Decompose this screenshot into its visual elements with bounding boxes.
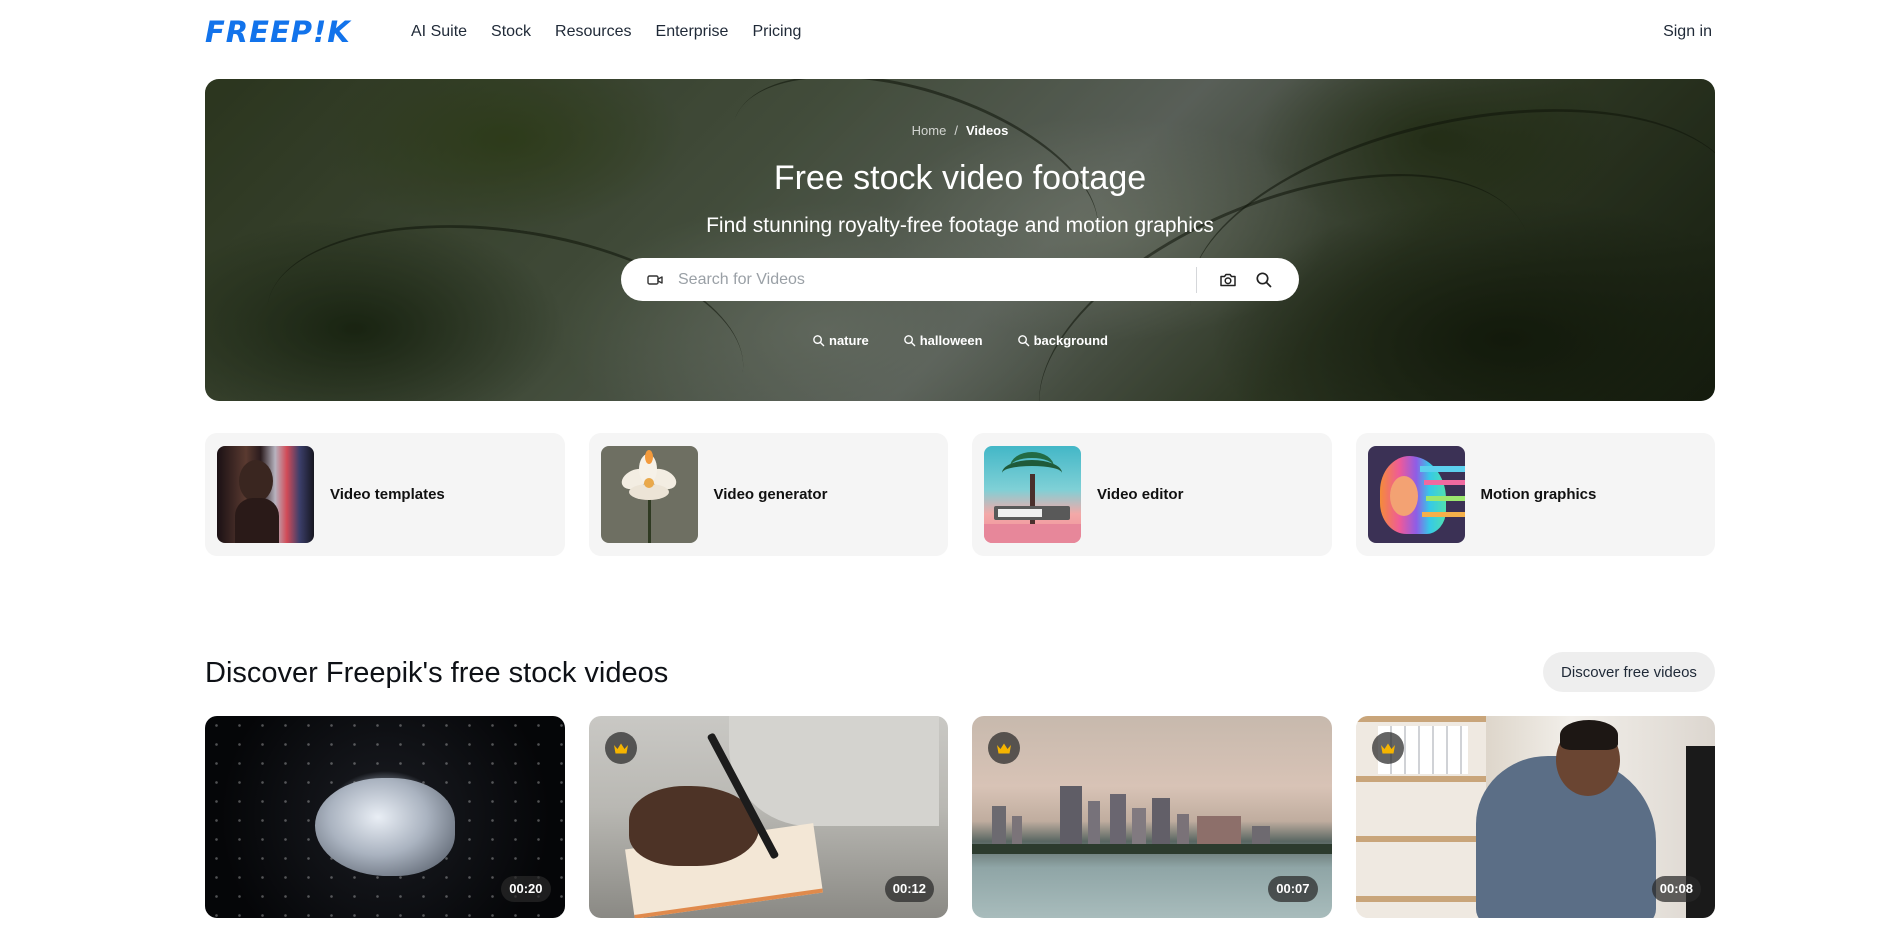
search-icon[interactable]: [1254, 270, 1274, 290]
video-generator-thumbnail: [600, 446, 698, 543]
video-templates-thumbnail: [217, 446, 314, 543]
search-bar: [621, 258, 1299, 301]
breadcrumb-current: Videos: [965, 123, 1009, 138]
suggestion-label: nature: [829, 333, 869, 348]
video-card[interactable]: 00:12: [588, 716, 948, 918]
shirt-sleeve: [728, 716, 939, 826]
video-duration: 00:08: [1651, 876, 1701, 902]
video-duration: 00:12: [884, 876, 934, 902]
category-motion-graphics[interactable]: Motion graphics: [1355, 433, 1715, 556]
hero-banner: Home / Videos Free stock video footage Fin…: [205, 79, 1715, 401]
nav-stock[interactable]: Stock: [491, 20, 531, 44]
video-card[interactable]: 00:07: [972, 716, 1332, 918]
discover-free-videos-button[interactable]: Discover free videos: [1543, 652, 1715, 692]
top-navigation: FREEP!K AI Suite Stock Resources Enterpr…: [0, 0, 1902, 64]
category-label: Video editor: [1097, 486, 1184, 503]
search-divider: [1196, 267, 1197, 293]
motion-graphics-thumbnail: [1367, 446, 1465, 543]
category-video-templates[interactable]: Video templates: [205, 433, 565, 556]
page-subtitle: Find stunning royalty-free footage and m…: [706, 214, 1214, 237]
crown-icon: [1380, 743, 1395, 753]
video-grid: 00:20 00:12 00:07 00:08: [205, 716, 1715, 918]
suggestion-label: halloween: [919, 333, 983, 348]
nav-ai-suite[interactable]: AI Suite: [411, 20, 467, 44]
freepik-logo[interactable]: FREEP!K: [205, 17, 351, 47]
video-card[interactable]: 00:08: [1355, 716, 1715, 918]
shoreline-trees: [972, 844, 1332, 854]
suggestion-background[interactable]: background: [1017, 333, 1108, 348]
person-hair: [1559, 720, 1618, 750]
video-duration: 00:20: [501, 876, 551, 902]
category-video-generator[interactable]: Video generator: [588, 433, 948, 556]
camera-icon[interactable]: [1218, 270, 1238, 290]
breadcrumb: Home / Videos: [205, 123, 1715, 138]
search-icon: [903, 335, 916, 347]
suggestion-label: background: [1033, 333, 1108, 348]
city-skyline: [972, 786, 1332, 846]
video-editor-thumbnail: [984, 446, 1081, 543]
crown-icon: [997, 743, 1011, 753]
premium-badge: [1371, 732, 1404, 764]
section-title: Discover Freepik's free stock videos: [205, 657, 669, 689]
video-duration: 00:07: [1268, 876, 1318, 902]
premium-badge: [604, 732, 637, 764]
video-categories: Video templates Video generator Video ed…: [205, 433, 1715, 556]
sign-in-link[interactable]: Sign in: [1663, 20, 1712, 44]
suggestion-nature[interactable]: nature: [812, 333, 869, 348]
category-video-editor[interactable]: Video editor: [972, 433, 1332, 556]
premium-badge: [988, 732, 1020, 764]
category-label: Video generator: [713, 486, 828, 503]
category-label: Video templates: [330, 486, 445, 503]
search-icon: [1017, 335, 1029, 347]
nav-resources[interactable]: Resources: [555, 20, 631, 44]
suggestion-halloween[interactable]: halloween: [903, 333, 983, 348]
nav-enterprise[interactable]: Enterprise: [656, 20, 729, 44]
page-title: Free stock video footage: [773, 159, 1147, 197]
brain-graphic: [315, 778, 455, 876]
search-input[interactable]: [678, 268, 1198, 292]
video-camera-icon[interactable]: [646, 271, 664, 289]
video-card[interactable]: 00:20: [205, 716, 565, 918]
logo-text: FREEP!K: [205, 15, 351, 49]
breadcrumb-separator: /: [954, 123, 958, 138]
search-suggestions: nature halloween background: [205, 333, 1715, 348]
category-label: Motion graphics: [1480, 486, 1597, 503]
search-icon: [813, 335, 825, 347]
main-nav: AI Suite Stock Resources Enterprise Pric…: [411, 20, 801, 44]
crown-icon: [613, 743, 628, 753]
nav-pricing[interactable]: Pricing: [752, 20, 801, 44]
breadcrumb-home[interactable]: Home: [912, 123, 947, 138]
